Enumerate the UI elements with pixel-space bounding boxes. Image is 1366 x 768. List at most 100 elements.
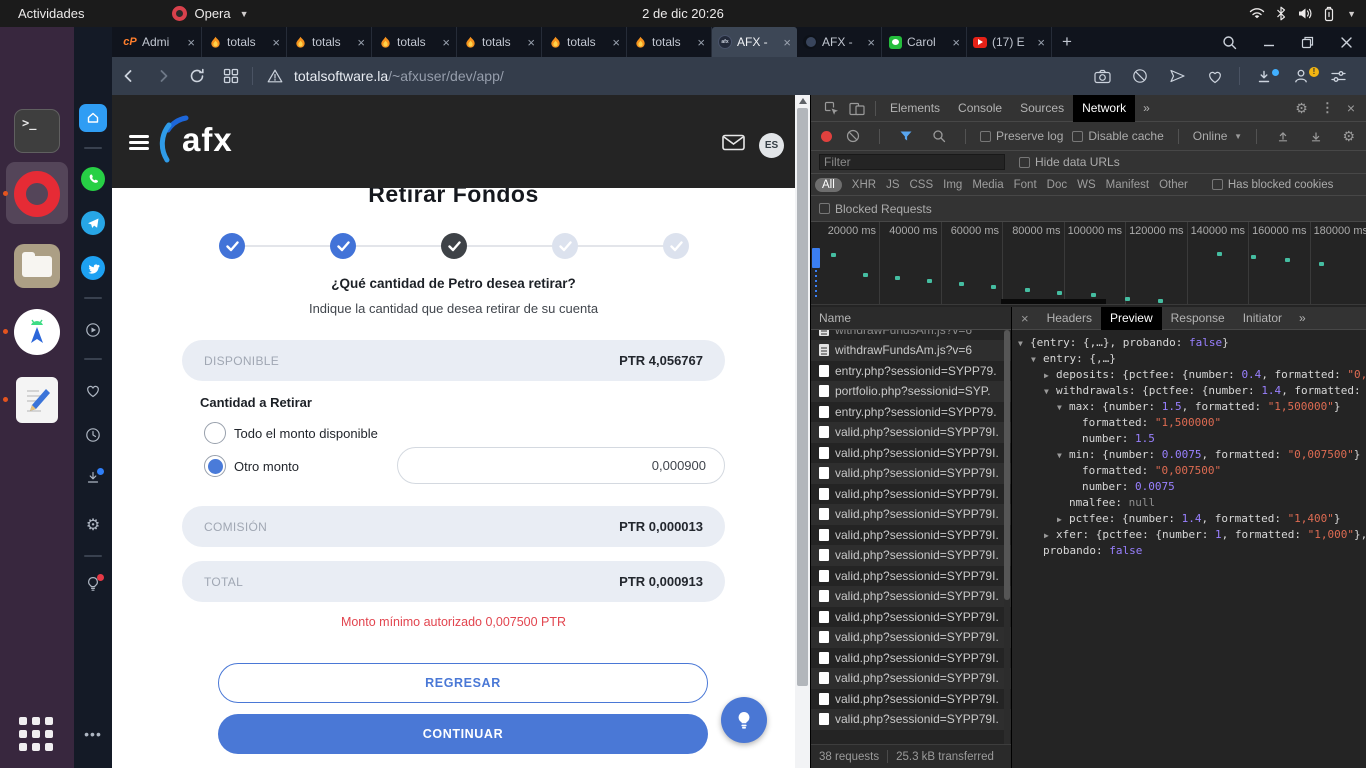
adblock-icon[interactable] — [1123, 68, 1157, 84]
devtools-close-icon[interactable]: × — [1347, 100, 1355, 116]
page-scrollbar-thumb[interactable] — [797, 108, 808, 686]
network-request-row[interactable]: valid.php?sessionid=SYPP79I. — [811, 668, 1011, 689]
expand-arrow-icon[interactable]: ▶ — [1044, 528, 1056, 543]
clock[interactable]: 2 de dic 20:26 — [642, 6, 724, 21]
amount-input[interactable]: 0,000900 — [397, 447, 725, 484]
browser-tab[interactable]: totals × — [202, 27, 287, 57]
network-request-row[interactable]: valid.php?sessionid=SYPP79I. — [811, 688, 1011, 709]
devtools-tab-sources[interactable]: Sources — [1011, 95, 1073, 122]
tab-close-icon[interactable]: × — [272, 35, 280, 50]
step-1-done[interactable] — [219, 233, 245, 259]
filter-chip-other[interactable]: Other — [1159, 179, 1188, 191]
sidebar-tips-bulb-button[interactable] — [74, 571, 112, 597]
radio-option[interactable] — [204, 422, 226, 444]
continue-button[interactable]: CONTINUAR — [218, 714, 708, 754]
device-toolbar-icon[interactable] — [844, 101, 870, 116]
menu-hamburger-icon[interactable] — [129, 135, 149, 150]
filter-input[interactable]: Filter — [819, 154, 1005, 170]
json-tree-line[interactable]: ▼ max: {number: 1.5, formatted: "1,500000… — [1012, 399, 1366, 415]
tab-search-icon[interactable] — [1209, 35, 1250, 50]
network-request-row[interactable]: withdrawFundsAm.js?v=6 — [811, 340, 1011, 361]
profile-button[interactable]: ! — [1284, 67, 1319, 84]
collapse-arrow-icon[interactable]: ▼ — [1031, 352, 1043, 367]
minimize-window-icon[interactable] — [1250, 36, 1288, 48]
export-har-icon[interactable] — [1304, 129, 1328, 143]
more-detail-tabs-icon[interactable]: » — [1291, 311, 1314, 325]
import-har-icon[interactable] — [1271, 129, 1295, 143]
afx-logo[interactable]: afx — [156, 113, 256, 169]
scroll-up-arrow-icon[interactable] — [799, 98, 807, 104]
requests-name-header[interactable]: Name — [811, 307, 1011, 330]
devtools-tab-network[interactable]: Network — [1073, 94, 1136, 122]
json-tree-line[interactable]: ▼ min: {number: 0.0075, formatted: "0,007… — [1012, 447, 1366, 463]
network-request-row[interactable]: valid.php?sessionid=SYPP79I. — [811, 606, 1011, 627]
browser-tab[interactable]: totals × — [542, 27, 627, 57]
sidebar-history-clock-button[interactable] — [74, 422, 112, 448]
reload-button[interactable] — [180, 68, 214, 84]
filter-chip-all[interactable]: All — [815, 177, 842, 192]
tab-close-icon[interactable]: × — [442, 35, 450, 50]
expand-arrow-icon[interactable]: ▶ — [1057, 512, 1069, 527]
address-bar[interactable]: totalsoftware.la/~afxuser/dev/app/ — [265, 68, 1085, 84]
json-tree-line[interactable]: ▼ entry: {,…} — [1012, 351, 1366, 367]
network-request-row[interactable]: portfolio.php?sessionid=SYP. — [811, 381, 1011, 402]
devtools-tab-elements[interactable]: Elements — [881, 95, 949, 122]
tab-close-icon[interactable]: × — [697, 35, 705, 50]
detail-tab-preview[interactable]: Preview — [1100, 306, 1162, 330]
flow-send-icon[interactable] — [1160, 68, 1195, 84]
devtools-settings-gear-icon[interactable]: ⚙ — [1295, 100, 1308, 117]
record-button[interactable] — [821, 130, 832, 142]
network-overview-timeline[interactable]: 20000 ms 40000 ms 60000 ms 80000 ms 100000 m… — [811, 222, 1366, 305]
detail-tab-headers[interactable]: Headers — [1038, 307, 1101, 330]
network-request-row[interactable]: valid.php?sessionid=SYPP79I. — [811, 442, 1011, 463]
network-request-row[interactable]: valid.php?sessionid=SYPP79I. — [811, 545, 1011, 566]
devtools-tab-console[interactable]: Console — [949, 95, 1011, 122]
tab-close-icon[interactable]: × — [527, 35, 535, 50]
browser-tab[interactable]: totals × — [372, 27, 457, 57]
dock-item-text-editor[interactable] — [13, 376, 61, 424]
network-request-row[interactable]: valid.php?sessionid=SYPP79I. — [811, 504, 1011, 525]
sidebar-settings-gear-button[interactable]: ⚙ — [74, 512, 112, 538]
sidebar-downloads-button[interactable] — [74, 465, 112, 491]
throttling-select[interactable]: Online ▼ — [1193, 129, 1242, 143]
requests-scrollbar[interactable] — [1004, 330, 1010, 744]
browser-tab[interactable]: afx AFX - × — [712, 27, 797, 57]
network-settings-gear-icon[interactable]: ⚙ — [1342, 128, 1355, 145]
tab-close-icon[interactable]: × — [357, 35, 365, 50]
snapshot-camera-icon[interactable] — [1085, 69, 1120, 84]
filter-chip-doc[interactable]: Doc — [1047, 179, 1067, 191]
filter-chip-img[interactable]: Img — [943, 179, 962, 191]
preserve-log-checkbox[interactable]: Preserve log — [980, 129, 1063, 143]
filter-chip-ws[interactable]: WS — [1077, 179, 1096, 191]
clear-network-log-icon[interactable] — [841, 129, 865, 143]
filter-chip-font[interactable]: Font — [1014, 179, 1037, 191]
step-3-current[interactable] — [441, 233, 467, 259]
forward-button[interactable] — [146, 68, 180, 84]
sidebar-speed-dial-home-button[interactable] — [74, 104, 112, 132]
detail-tab-initiator[interactable]: Initiator — [1234, 307, 1291, 330]
radio-selected[interactable] — [204, 455, 226, 477]
disable-cache-checkbox[interactable]: Disable cache — [1072, 129, 1164, 143]
dock-item-terminal[interactable]: >_ — [13, 107, 61, 155]
json-tree-line[interactable]: ▶ deposits: {pctfee: {number: 0.4, format… — [1012, 367, 1366, 383]
easy-setup-sliders-icon[interactable] — [1321, 69, 1356, 84]
sidebar-whatsapp-button[interactable] — [74, 166, 112, 192]
network-request-row[interactable]: withdrawFundsAm.js?v=6 — [811, 330, 1011, 340]
new-tab-button[interactable]: + — [1052, 32, 1082, 52]
hide-data-urls-checkbox[interactable]: Hide data URLs — [1019, 155, 1120, 169]
sidebar-bookmarks-heart-button[interactable] — [74, 378, 112, 404]
inspect-element-icon[interactable] — [819, 101, 844, 116]
downloads-button[interactable] — [1247, 68, 1281, 84]
json-tree-line[interactable]: ▶ pctfee: {number: 1.4, formatted: "1,400… — [1012, 511, 1366, 527]
filter-chip-css[interactable]: CSS — [909, 179, 933, 191]
sidebar-player-button[interactable] — [74, 317, 112, 343]
browser-tab[interactable]: totals × — [287, 27, 372, 57]
filter-funnel-icon[interactable] — [894, 130, 918, 143]
tab-close-icon[interactable]: × — [1037, 35, 1045, 50]
more-tabs-icon[interactable]: » — [1135, 101, 1158, 115]
browser-tab[interactable]: (17) E × — [967, 27, 1052, 57]
collapse-arrow-icon[interactable]: ▼ — [1044, 384, 1056, 399]
collapse-arrow-icon[interactable]: ▼ — [1018, 336, 1030, 351]
tab-close-icon[interactable]: × — [612, 35, 620, 50]
speed-dial-tiles-icon[interactable] — [214, 68, 248, 84]
